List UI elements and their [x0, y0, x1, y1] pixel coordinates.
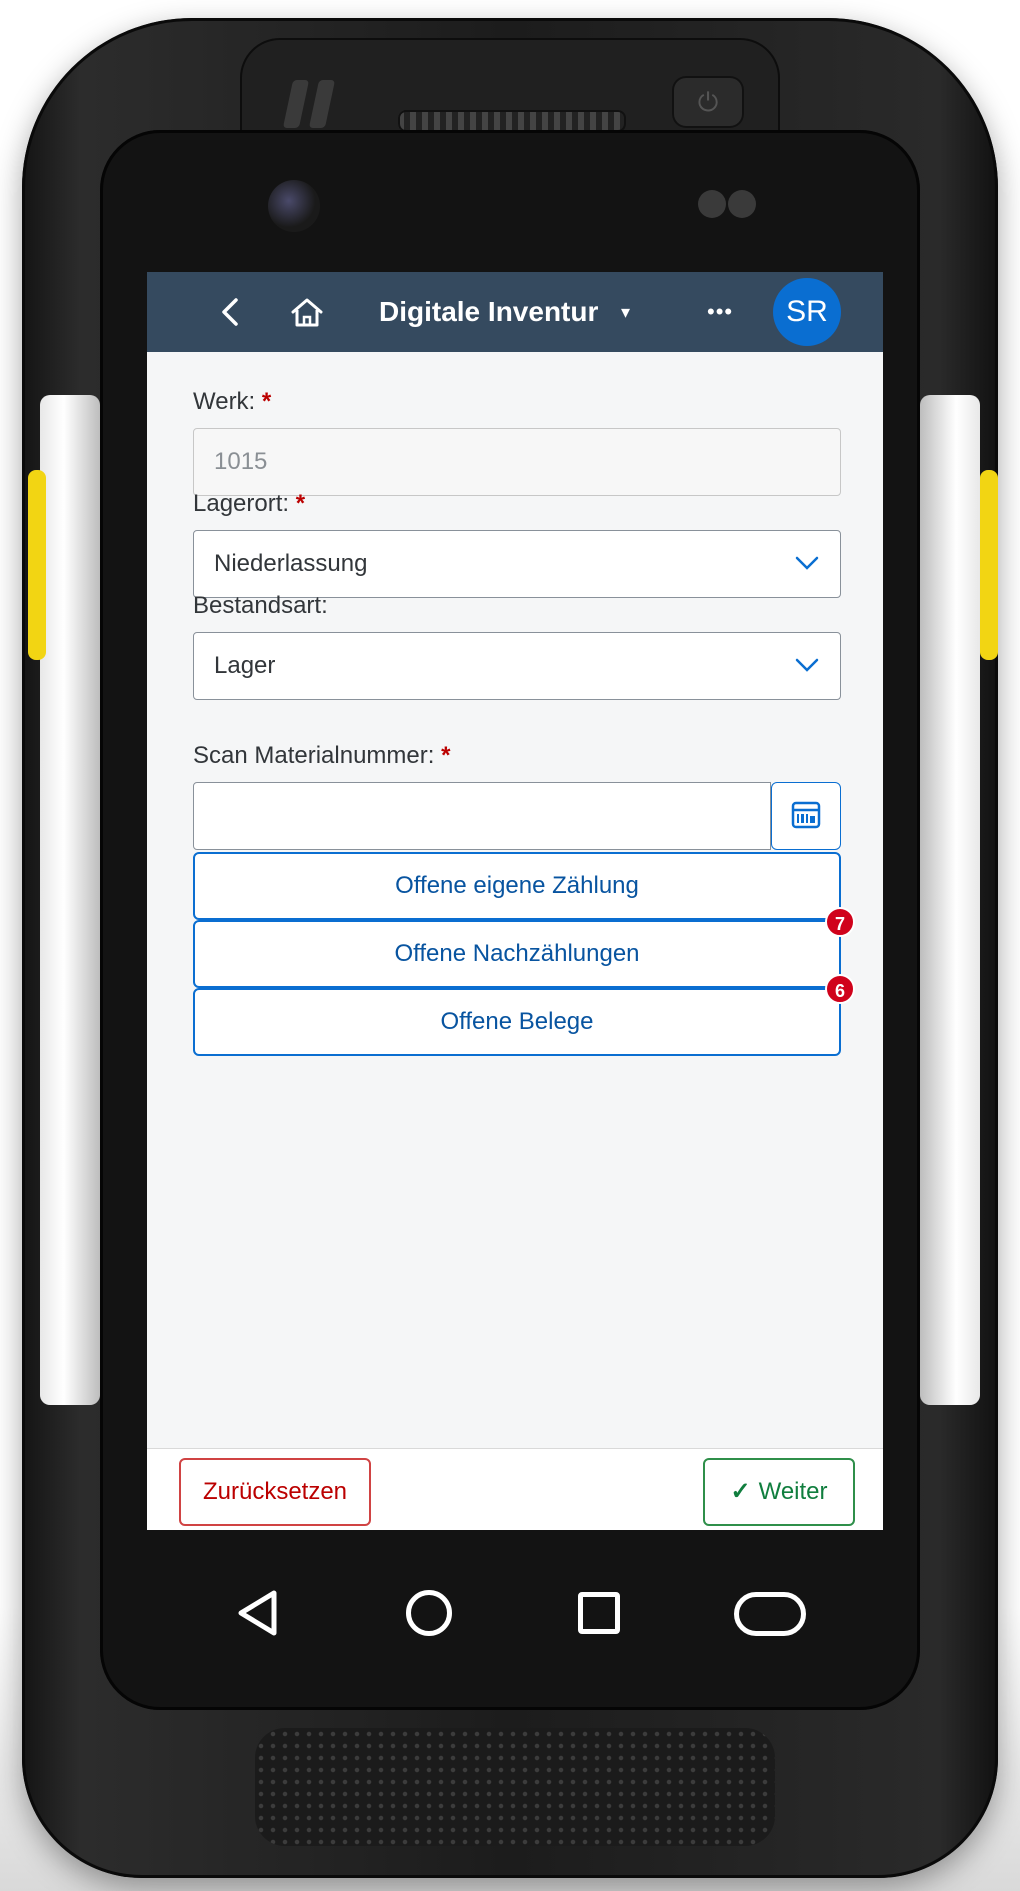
werk-field: 1015	[193, 428, 841, 496]
next-button[interactable]: ✓ Weiter	[703, 1458, 855, 1526]
home-icon[interactable]	[287, 294, 327, 334]
sensor-icon	[728, 190, 756, 218]
bestandsart-select[interactable]: Lager	[193, 632, 841, 700]
bottom-speaker-grille	[255, 1728, 775, 1846]
lagerort-select[interactable]: Niederlassung	[193, 530, 841, 598]
chevron-left-icon[interactable]	[211, 292, 251, 332]
app-screen: Digitale Inventur ▾ ••• SR Werk: * 1015 …	[147, 272, 883, 1530]
android-back-icon[interactable]	[236, 1588, 280, 1638]
more-options-icon[interactable]: •••	[707, 292, 733, 332]
lagerort-label: Lagerort: *	[193, 490, 306, 517]
chevron-down-icon[interactable]	[794, 633, 820, 699]
android-recents-icon[interactable]	[578, 1592, 620, 1634]
bestandsart-value: Lager	[214, 652, 276, 679]
recount-count-badge: 7	[825, 907, 855, 937]
documents-count-badge: 6	[825, 974, 855, 1004]
scan-trigger-right	[980, 470, 998, 660]
next-label: Weiter	[758, 1478, 828, 1505]
shell-bar: Digitale Inventur ▾ ••• SR	[147, 272, 883, 352]
barcode-scan-icon	[791, 801, 821, 829]
earpiece-speaker	[398, 110, 626, 132]
footer-toolbar: Zurücksetzen ✓ Weiter	[147, 1448, 883, 1530]
title-menu-caret-icon[interactable]: ▾	[621, 292, 630, 332]
barcode-scan-button[interactable]	[771, 782, 841, 850]
scan-material-input[interactable]	[193, 782, 771, 850]
open-documents-button[interactable]: Offene Belege	[193, 988, 841, 1056]
form-content: Werk: * 1015 Lagerort: * Niederlassung B…	[147, 352, 883, 1448]
open-recounts-button[interactable]: Offene Nachzählungen	[193, 920, 841, 988]
bestandsart-label: Bestandsart:	[193, 592, 328, 619]
check-icon: ✓	[730, 1478, 751, 1505]
app-title[interactable]: Digitale Inventur	[379, 292, 598, 332]
android-assistant-icon[interactable]	[734, 1592, 806, 1636]
werk-label: Werk: *	[193, 388, 272, 415]
required-mark: *	[295, 490, 306, 517]
power-button-icon: ⏻	[672, 76, 744, 128]
android-home-icon[interactable]	[406, 1590, 452, 1636]
required-mark: *	[441, 742, 451, 769]
device-side-left	[40, 395, 100, 1405]
device-side-right	[920, 395, 980, 1405]
lagerort-value: Niederlassung	[214, 550, 368, 577]
user-avatar[interactable]: SR	[773, 278, 841, 346]
open-own-count-button[interactable]: Offene eigene Zählung	[193, 852, 841, 920]
sensor-icon	[698, 190, 726, 218]
reset-button[interactable]: Zurücksetzen	[179, 1458, 371, 1526]
stage: ⏻ Digitale Inventur ▾ ••• SR Werk: * 101…	[0, 0, 1020, 1891]
chevron-down-icon[interactable]	[794, 531, 820, 597]
werk-value: 1015	[214, 448, 268, 475]
required-mark: *	[261, 388, 272, 415]
front-camera-icon	[268, 180, 320, 232]
scan-material-label: Scan Materialnummer: *	[193, 742, 451, 769]
scan-trigger-left	[28, 470, 46, 660]
